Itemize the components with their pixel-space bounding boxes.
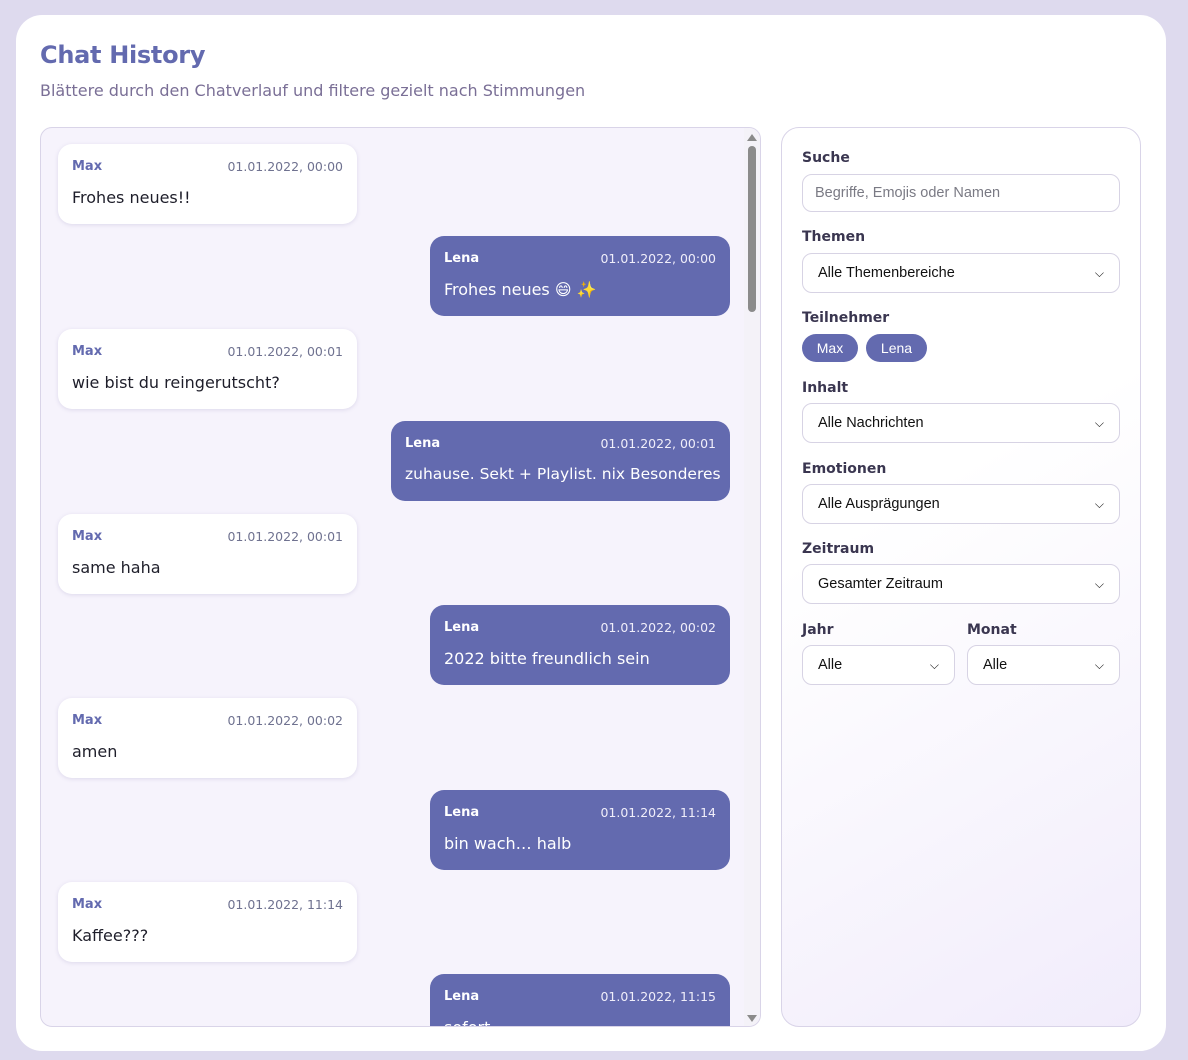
chevron-down-icon: ⌵: [1094, 415, 1104, 430]
page-title: Chat History: [40, 41, 206, 69]
message-sender: Max: [72, 158, 103, 174]
message-timestamp: 01.01.2022, 00:01: [600, 435, 716, 451]
message-text: Kaffee???: [72, 926, 149, 945]
message-timestamp: 01.01.2022, 11:14: [600, 804, 716, 820]
message-sender: Lena: [444, 250, 480, 266]
message-bubble-incoming: Max 01.01.2022, 00:01 same haha: [58, 514, 357, 594]
participant-chip-lena[interactable]: Lena: [866, 334, 927, 362]
participants-label: Teilnehmer: [802, 310, 890, 326]
message-bubble-incoming: Max 01.01.2022, 11:14 Kaffee???: [58, 882, 357, 962]
year-selected-value: Alle: [818, 657, 843, 673]
message-text: wie bist du reingerutscht?: [72, 373, 280, 392]
chat-history-panel[interactable]: Max 01.01.2022, 00:00 Frohes neues!! Len…: [40, 127, 761, 1027]
month-label: Monat: [967, 622, 1017, 638]
message-sender: Lena: [444, 988, 480, 1004]
message-text: same haha: [72, 558, 161, 577]
chevron-down-icon: ⌵: [1094, 496, 1104, 511]
message-bubble-incoming: Max 01.01.2022, 00:00 Frohes neues!!: [58, 144, 357, 224]
period-selected-value: Gesamter Zeitraum: [818, 576, 943, 592]
message-text: Frohes neues 😄 ✨: [444, 280, 597, 299]
message-sender: Lena: [444, 804, 480, 820]
content-select[interactable]: Alle Nachrichten ⌵: [802, 403, 1120, 443]
year-select[interactable]: Alle ⌵: [802, 645, 955, 685]
scroll-down-arrow-icon[interactable]: [747, 1015, 757, 1022]
message-list: Max 01.01.2022, 00:00 Frohes neues!! Len…: [41, 128, 746, 1026]
message-sender: Max: [72, 712, 103, 728]
chat-scrollbar[interactable]: [744, 128, 760, 1026]
chevron-down-icon: ⌵: [1094, 576, 1104, 591]
scrollbar-thumb[interactable]: [748, 146, 756, 312]
message-sender: Lena: [405, 435, 441, 451]
message-bubble-incoming: Max 01.01.2022, 00:02 amen: [58, 698, 357, 778]
message-timestamp: 01.01.2022, 11:14: [227, 896, 343, 912]
message-sender: Max: [72, 343, 103, 359]
chevron-down-icon: ⌵: [1094, 265, 1104, 280]
month-selected-value: Alle: [983, 657, 1008, 673]
message-bubble-outgoing: Lena 01.01.2022, 11:15 sofort: [430, 974, 730, 1026]
month-select[interactable]: Alle ⌵: [967, 645, 1120, 685]
message-bubble-outgoing: Lena 01.01.2022, 00:02 2022 bitte freund…: [430, 605, 730, 685]
message-text: amen: [72, 742, 118, 761]
chevron-down-icon: ⌵: [1094, 657, 1104, 672]
search-label: Suche: [802, 150, 850, 166]
scroll-up-arrow-icon[interactable]: [747, 134, 757, 141]
year-label: Jahr: [802, 622, 834, 638]
content-selected-value: Alle Nachrichten: [818, 415, 924, 431]
period-label: Zeitraum: [802, 541, 875, 557]
topics-select[interactable]: Alle Themenbereiche ⌵: [802, 253, 1120, 293]
message-timestamp: 01.01.2022, 00:00: [227, 158, 343, 174]
emotions-select[interactable]: Alle Ausprägungen ⌵: [802, 484, 1120, 524]
page-subtitle: Blättere durch den Chatverlauf und filte…: [40, 81, 586, 100]
message-timestamp: 01.01.2022, 00:01: [227, 343, 343, 359]
message-bubble-incoming: Max 01.01.2022, 00:01 wie bist du reinge…: [58, 329, 357, 409]
message-timestamp: 01.01.2022, 00:02: [227, 712, 343, 728]
message-bubble-outgoing: Lena 01.01.2022, 00:00 Frohes neues 😄 ✨: [430, 236, 730, 316]
emotions-selected-value: Alle Ausprägungen: [818, 496, 940, 512]
message-text: Frohes neues!!: [72, 188, 191, 207]
topics-label: Themen: [802, 229, 866, 245]
message-sender: Max: [72, 896, 103, 912]
participant-chip-max[interactable]: Max: [802, 334, 858, 362]
message-timestamp: 01.01.2022, 00:02: [600, 619, 716, 635]
message-bubble-outgoing: Lena 01.01.2022, 00:01 zuhause. Sekt + P…: [391, 421, 730, 501]
message-sender: Lena: [444, 619, 480, 635]
message-bubble-outgoing: Lena 01.01.2022, 11:14 bin wach… halb: [430, 790, 730, 870]
period-select[interactable]: Gesamter Zeitraum ⌵: [802, 564, 1120, 604]
topics-selected-value: Alle Themenbereiche: [818, 265, 955, 281]
filter-panel: Suche Themen Alle Themenbereiche ⌵ Teiln…: [781, 127, 1141, 1027]
message-text: sofort: [444, 1018, 716, 1026]
message-sender: Max: [72, 528, 103, 544]
content-label: Inhalt: [802, 380, 849, 396]
message-timestamp: 01.01.2022, 11:15: [600, 988, 716, 1004]
message-timestamp: 01.01.2022, 00:00: [600, 250, 716, 266]
search-input[interactable]: [802, 174, 1120, 212]
message-text: 2022 bitte freundlich sein: [444, 649, 650, 668]
message-timestamp: 01.01.2022, 00:01: [227, 528, 343, 544]
message-text: zuhause. Sekt + Playlist. nix Besonderes: [405, 465, 721, 483]
message-text: bin wach… halb: [444, 834, 572, 853]
app-card: Chat History Blättere durch den Chatverl…: [16, 15, 1166, 1051]
chevron-down-icon: ⌵: [929, 657, 939, 672]
emotions-label: Emotionen: [802, 461, 887, 477]
